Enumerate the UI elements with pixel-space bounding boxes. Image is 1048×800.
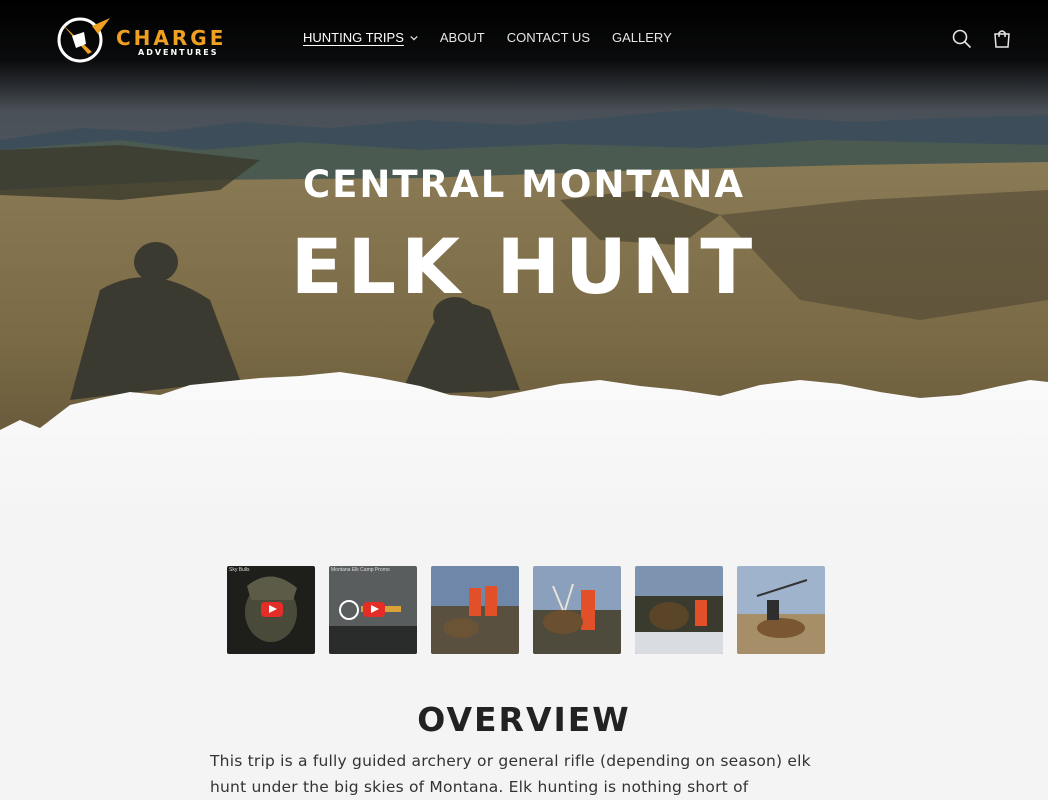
play-icon[interactable] — [363, 602, 385, 617]
thumbnail-image — [635, 566, 723, 654]
brand-tagline: ADVENTURES — [138, 48, 219, 57]
main-nav: HUNTING TRIPS ABOUT CONTACT US GALLERY — [303, 30, 694, 45]
nav-item-contact-us[interactable]: CONTACT US — [507, 30, 590, 45]
nav-item-about[interactable]: ABOUT — [440, 30, 485, 45]
photo-thumbnail[interactable] — [533, 566, 621, 654]
thumbnail-image — [431, 566, 519, 654]
thumbnail-image — [533, 566, 621, 654]
overview-paragraph: This trip is a fully guided archery or g… — [210, 752, 811, 796]
search-icon[interactable] — [951, 28, 973, 50]
overview-heading: OVERVIEW — [417, 700, 631, 739]
site-header: CHARGE ADVENTURES HUNTING TRIPS ABOUT CO… — [0, 0, 1048, 78]
thumbnail-image — [737, 566, 825, 654]
nav-item-gallery[interactable]: GALLERY — [612, 30, 672, 45]
video-title: Sky Bulls — [229, 567, 250, 573]
photo-thumbnail[interactable] — [431, 566, 519, 654]
photo-thumbnail[interactable] — [737, 566, 825, 654]
chevron-down-icon — [410, 35, 418, 40]
hero-title-main: ELK HUNT — [290, 222, 758, 311]
video-thumbnail[interactable]: Sky Bulls — [227, 566, 315, 654]
video-title: Montana Elk Camp Promo — [331, 567, 390, 573]
nav-item-label: GALLERY — [612, 30, 672, 45]
hero-title-top: CENTRAL MONTANA — [302, 163, 746, 206]
photo-thumbnail[interactable] — [635, 566, 723, 654]
video-thumbnail[interactable]: Montana Elk Camp Promo — [329, 566, 417, 654]
play-icon[interactable] — [261, 602, 283, 617]
nav-item-label: ABOUT — [439, 30, 485, 45]
cart-icon[interactable] — [991, 28, 1013, 50]
brand-logo[interactable]: CHARGE ADVENTURES — [52, 14, 262, 66]
gallery-thumbnails: Sky Bulls Montana Elk Camp Promo — [227, 566, 825, 654]
brand-name: CHARGE — [116, 26, 227, 50]
nav-item-label: HUNTING TRIPS — [303, 30, 404, 45]
logo-emblem-icon — [57, 17, 110, 63]
nav-item-label: CONTACT US — [506, 30, 590, 45]
hero-banner: CENTRAL MONTANA ELK HUNT — [0, 0, 1048, 520]
nav-item-hunting-trips[interactable]: HUNTING TRIPS — [303, 30, 418, 45]
